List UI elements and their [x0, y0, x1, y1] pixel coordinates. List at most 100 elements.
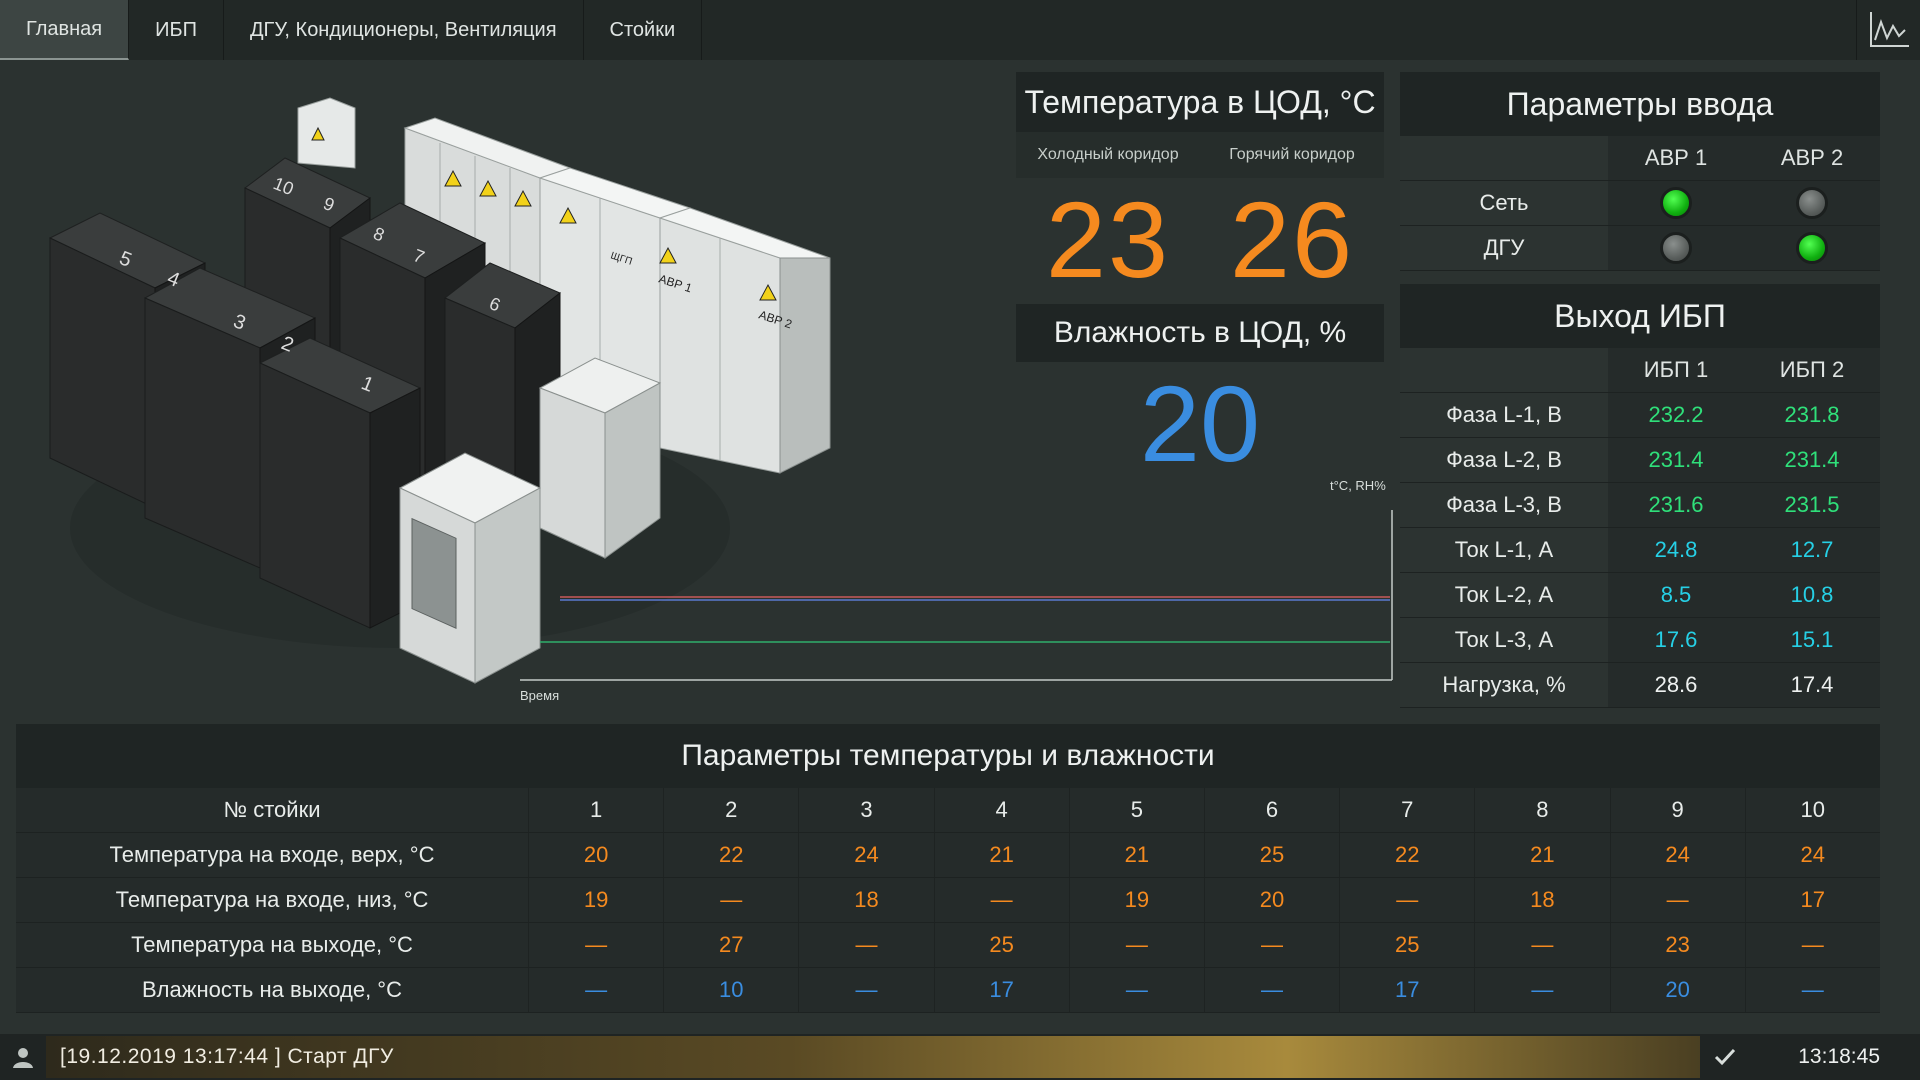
rack-param-value: 17: [1744, 878, 1880, 922]
input-row-label: Сеть: [1400, 181, 1608, 226]
rack-param-value: 18: [798, 878, 933, 922]
rack-number: 7: [1339, 788, 1474, 832]
rack-number: 8: [1474, 788, 1609, 832]
indicator-cell: [1608, 226, 1744, 271]
ups-row-label: Нагрузка, %: [1400, 663, 1608, 708]
rack-param-value: —: [1203, 923, 1339, 967]
ups-row-label: Фаза L-2, В: [1400, 438, 1608, 483]
ups-value: 24.8: [1608, 528, 1744, 573]
rack-params-table: Параметры температуры и влажности № стой…: [16, 724, 1880, 1013]
rack-number: 3: [798, 788, 933, 832]
rack-param-value: 25: [1203, 833, 1339, 877]
ups-row-label: Ток L-1, А: [1400, 528, 1608, 573]
rack-param-value: 25: [1339, 923, 1474, 967]
rack-param-value: —: [1474, 968, 1609, 1012]
ups-value: 231.4: [1608, 438, 1744, 483]
acknowledge-button[interactable]: [1700, 1034, 1750, 1080]
status-led: [1796, 187, 1828, 219]
rack-param-value: 20: [1609, 968, 1745, 1012]
rack-param-label: Температура на входе, верх, °С: [109, 842, 435, 867]
trend-chart: t°С, RH% Время: [520, 478, 1393, 703]
cold-aisle-label: Холодный коридор: [1037, 146, 1179, 163]
rack-param-value: 20: [528, 833, 663, 877]
input-col-header: АВР 2: [1744, 136, 1880, 181]
check-icon: [1714, 1048, 1736, 1066]
ups-row-label: Фаза L-1, В: [1400, 393, 1608, 438]
rack-param-value: 24: [1609, 833, 1745, 877]
rack-number: 6: [1203, 788, 1339, 832]
ups-header-empty: [1400, 348, 1608, 393]
rack-param-value: 10: [663, 968, 798, 1012]
tab-main[interactable]: Главная: [0, 0, 130, 60]
ups-value: 231.5: [1744, 483, 1880, 528]
status-bar: [19.12.2019 13:17:44 ] Старт ДГУ 13:18:4…: [0, 1034, 1920, 1080]
trend-y-label: t°С, RH%: [1330, 478, 1386, 493]
rack-number-header: № стойки: [223, 797, 321, 822]
rack-param-value: —: [798, 923, 933, 967]
rack-param-label: Влажность на выходе, °С: [142, 977, 402, 1002]
ups-value: 28.6: [1608, 663, 1744, 708]
rack-param-value: 27: [663, 923, 798, 967]
humidity-title: Влажность в ЦОД, %: [1016, 304, 1384, 362]
line-chart-icon: [1869, 12, 1909, 47]
hot-aisle-temp: 26: [1229, 178, 1355, 300]
temperature-title: Температура в ЦОД, °С: [1016, 72, 1384, 132]
rack-param-value: 21: [1068, 833, 1204, 877]
rack-param-value: —: [663, 878, 798, 922]
rack-param-value: 20: [1203, 878, 1339, 922]
rack-param-value: 21: [1474, 833, 1609, 877]
rack-param-value: —: [1744, 923, 1880, 967]
rack-param-value: 25: [933, 923, 1069, 967]
status-led: [1796, 232, 1828, 264]
rack-param-value: 17: [1339, 968, 1474, 1012]
rack-params-title: Параметры температуры и влажности: [16, 724, 1880, 788]
top-nav: Главная ИБП ДГУ, Кондиционеры, Вентиляци…: [0, 0, 1920, 60]
rack-number: 9: [1609, 788, 1745, 832]
tab-ups[interactable]: ИБП: [129, 0, 224, 60]
rack-param-value: 22: [1339, 833, 1474, 877]
ups-row-label: Фаза L-3, В: [1400, 483, 1608, 528]
rack-param-value: —: [933, 878, 1069, 922]
rack-header-row: № стойки 1 2 3 4 5 6 7 8 9 10: [16, 788, 1880, 833]
ups-row-label: Ток L-3, А: [1400, 618, 1608, 663]
rack-param-row: Температура на входе, низ, °С 19—18—19 20—…: [16, 878, 1880, 923]
rack-param-value: —: [1203, 968, 1339, 1012]
rack-param-value: 17: [933, 968, 1069, 1012]
rack-param-value: —: [528, 968, 663, 1012]
hot-aisle-label: Горячий коридор: [1229, 146, 1355, 163]
dc-temperature-panel: Температура в ЦОД, °С Холодный коридор Г…: [1016, 72, 1384, 484]
tab-dgu-hvac[interactable]: ДГУ, Кондиционеры, Вентиляция: [224, 0, 584, 60]
rack-number: 1: [528, 788, 663, 832]
event-message: [19.12.2019 13:17:44 ] Старт ДГУ: [46, 1036, 1700, 1078]
indicator-cell: [1744, 226, 1880, 271]
rack-number: 10: [1744, 788, 1880, 832]
rack-param-label: Температура на выходе, °С: [131, 932, 413, 957]
rack-number: 4: [933, 788, 1069, 832]
rack-param-value: —: [528, 923, 663, 967]
ups-value: 17.6: [1608, 618, 1744, 663]
rack-param-value: —: [1474, 923, 1609, 967]
ups-value: 17.4: [1744, 663, 1880, 708]
ups-output-panel: Выход ИБП ИБП 1 ИБП 2 Фаза L-1, В 232.2 23…: [1400, 284, 1880, 708]
input-params-panel: Параметры ввода АВР 1 АВР 2 Сеть ДГУ: [1400, 72, 1880, 271]
input-col-header: АВР 1: [1608, 136, 1744, 181]
ups-value: 231.8: [1744, 393, 1880, 438]
dc-humidity-value: 20: [1139, 362, 1261, 484]
status-led: [1660, 232, 1692, 264]
trend-x-label: Время: [520, 688, 559, 703]
ups-col-header: ИБП 2: [1744, 348, 1880, 393]
ups-value: 231.4: [1744, 438, 1880, 483]
rack-param-value: 19: [1068, 878, 1204, 922]
user-icon[interactable]: [0, 1034, 46, 1080]
tab-racks[interactable]: Стойки: [584, 0, 703, 60]
trend-chart-button[interactable]: [1856, 0, 1920, 60]
rack-param-value: 22: [663, 833, 798, 877]
rack-param-value: 18: [1474, 878, 1609, 922]
rack-number: 5: [1068, 788, 1204, 832]
rack-param-value: 19: [528, 878, 663, 922]
clock: 13:18:45: [1798, 1045, 1880, 1068]
rack-param-value: 24: [1744, 833, 1880, 877]
rack-param-value: —: [1339, 878, 1474, 922]
ups-value: 12.7: [1744, 528, 1880, 573]
ups-value: 8.5: [1608, 573, 1744, 618]
